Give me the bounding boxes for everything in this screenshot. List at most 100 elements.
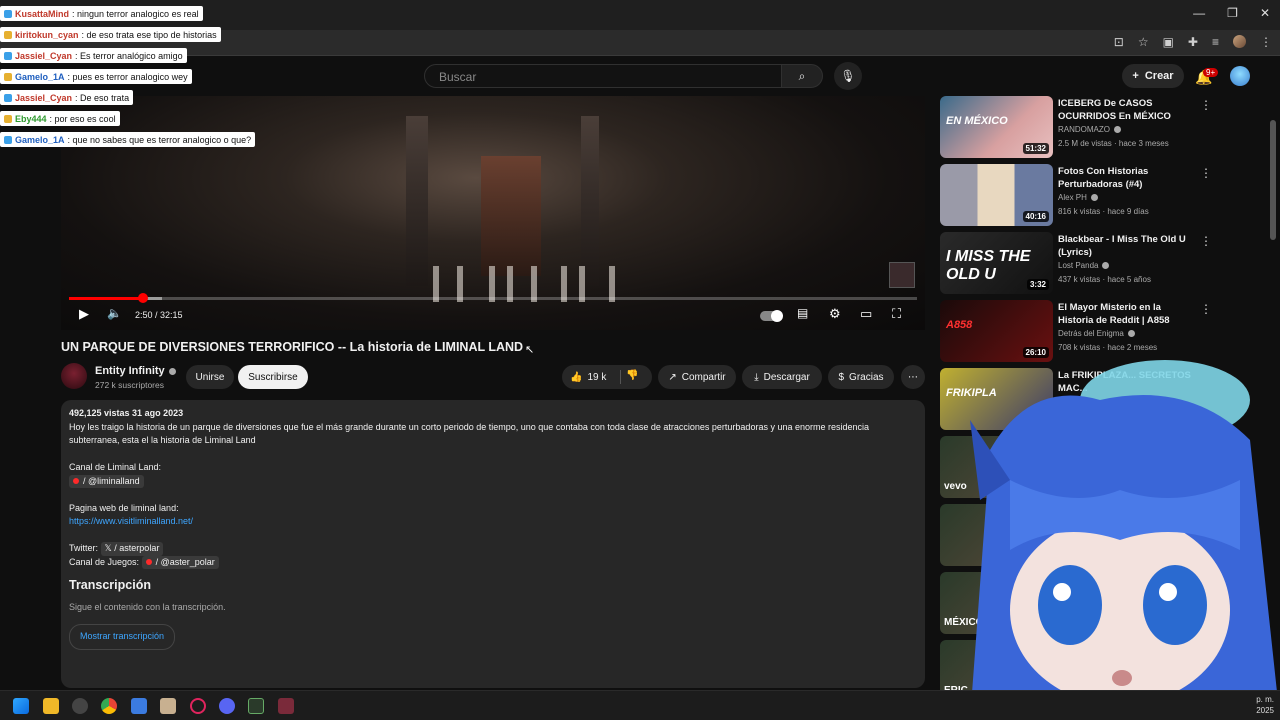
- windows-start-icon[interactable]: [13, 698, 29, 714]
- games-channel-link[interactable]: / @aster_polar: [141, 555, 219, 569]
- chat-text: : que no sabes que es terror analogico o…: [67, 134, 252, 145]
- app-icon-green[interactable]: [248, 698, 264, 714]
- more-actions-button[interactable]: ⋯: [901, 365, 925, 389]
- app-icon-blue[interactable]: [131, 698, 147, 714]
- chat-badge-icon: [4, 72, 12, 81]
- like-button[interactable]: 👍 19 k 👎: [562, 365, 652, 389]
- app-icon-image[interactable]: [160, 698, 176, 714]
- recommendation-title[interactable]: Blackbear - I Miss The Old U (Lyrics): [1058, 233, 1198, 259]
- account-avatar[interactable]: [1230, 66, 1250, 86]
- recommendation-views: 2.5 M de vistas · hace 3 meses: [1058, 139, 1169, 148]
- more-options-icon[interactable]: ⋮: [1200, 234, 1212, 248]
- time-display: 2:50 / 32:15: [135, 310, 183, 320]
- translate-icon[interactable]: ▣: [1163, 35, 1174, 49]
- recommendation-title[interactable]: El Mayor Misterio en la Historia de Redd…: [1058, 301, 1198, 327]
- progress-bar[interactable]: [69, 293, 917, 303]
- join-button[interactable]: Unirse: [186, 365, 234, 389]
- file-explorer-icon[interactable]: [43, 698, 59, 714]
- chat-message: kiritokun_cyan: de eso trata ese tipo de…: [0, 27, 221, 42]
- liminal-channel-link[interactable]: / @liminalland: [69, 474, 144, 488]
- chat-message: Jassiel_Cyan: De eso trata: [0, 90, 134, 105]
- video-duration: 3:32: [1026, 279, 1049, 290]
- recommendation-item[interactable]: 40:16 Fotos Con Historias Perturbadoras (…: [940, 164, 1270, 228]
- install-app-icon[interactable]: ⊡: [1114, 35, 1124, 49]
- channel-avatar[interactable]: [61, 363, 87, 389]
- recommendation-thumbnail[interactable]: EN MÉXICO 51:32: [940, 96, 1053, 158]
- recommendation-views: 437 k vistas · hace 5 años: [1058, 275, 1151, 284]
- chat-username: kiritokun_cyan: [15, 29, 79, 40]
- verified-icon: [1127, 330, 1135, 338]
- twitter-link[interactable]: 𝕏 / asterpolar: [100, 542, 164, 556]
- subscribe-button[interactable]: Suscribirse: [238, 365, 308, 389]
- theater-mode-icon[interactable]: ▭: [860, 306, 872, 322]
- website-link[interactable]: https://www.visitliminalland.net/: [69, 515, 917, 529]
- chat-message: Gamelo_1A: que no sabes que es terror an…: [0, 132, 256, 147]
- browser-menu-icon[interactable]: ⋮: [1260, 35, 1272, 49]
- restore-icon[interactable]: ❐: [1227, 6, 1238, 20]
- opera-icon[interactable]: [190, 698, 206, 714]
- voice-search-button[interactable]: 🎙: [834, 62, 862, 90]
- chat-message: Eby444: por eso es cool: [0, 111, 120, 126]
- minimize-icon[interactable]: —: [1193, 6, 1205, 20]
- recommendation-views: 816 k vistas · hace 9 días: [1058, 207, 1149, 216]
- chat-badge-icon: [4, 135, 12, 144]
- autoplay-toggle[interactable]: [760, 310, 783, 322]
- recommendation-title[interactable]: Fotos Con Historias Perturbadoras (#4): [1058, 165, 1198, 191]
- chat-badge-icon: [4, 30, 12, 39]
- search-input[interactable]: Buscar: [424, 64, 782, 88]
- channel-watermark[interactable]: [889, 262, 915, 288]
- play-icon[interactable]: ▶: [79, 306, 89, 322]
- system-clock[interactable]: p. m. 2025: [1256, 694, 1274, 716]
- more-options-icon[interactable]: ⋮: [1200, 98, 1212, 112]
- create-button[interactable]: + Crear: [1122, 64, 1184, 88]
- extensions-icon[interactable]: ✚: [1188, 35, 1198, 49]
- recommendation-thumbnail[interactable]: 40:16: [940, 164, 1053, 226]
- description-box[interactable]: 492,125 vistas 31 ago 2023 Hoy les traig…: [61, 400, 925, 688]
- video-duration: 26:10: [1022, 347, 1049, 358]
- website-label: Pagina web de liminal land:: [69, 502, 179, 513]
- recommendation-item[interactable]: A858 26:10 El Mayor Misterio en la Histori…: [940, 300, 1270, 364]
- app-icon[interactable]: [72, 698, 88, 714]
- show-transcript-button[interactable]: Mostrar transcripción: [69, 624, 176, 650]
- volume-icon[interactable]: 🔈: [107, 306, 122, 320]
- progress-scrubber[interactable]: [137, 293, 148, 303]
- sidebar-scrollbar[interactable]: [1270, 120, 1276, 240]
- bookmark-star-icon[interactable]: ☆: [1138, 35, 1149, 49]
- recommendation-title[interactable]: ICEBERG De CASOS OCURRIDOS En MÉXICO: [1058, 97, 1198, 123]
- discord-icon[interactable]: [219, 698, 235, 714]
- channel-name[interactable]: Entity Infinity: [95, 365, 176, 377]
- thumbnail-text: A858: [946, 319, 973, 331]
- recommendation-thumbnail[interactable]: I MISS THE OLD U 3:32: [940, 232, 1053, 294]
- notification-count-badge: 9+: [1203, 68, 1219, 77]
- recommendation-channel[interactable]: Detrás del Enigma: [1058, 329, 1135, 338]
- reading-list-icon[interactable]: ≡: [1212, 35, 1219, 49]
- create-label: Crear: [1144, 70, 1174, 82]
- recommendation-channel[interactable]: RANDOMAZO: [1058, 125, 1121, 134]
- more-options-icon[interactable]: ⋮: [1200, 166, 1212, 180]
- recommendation-channel[interactable]: Alex PH: [1058, 193, 1098, 202]
- recommendation-item[interactable]: EN MÉXICO 51:32 ICEBERG De CASOS OCURRIDOS…: [940, 96, 1270, 160]
- chat-badge-icon: [4, 114, 12, 123]
- chat-message: Jassiel_Cyan: Es terror analógico amigo: [0, 48, 187, 63]
- recommendation-channel[interactable]: Lost Panda: [1058, 261, 1110, 270]
- thumbs-up-icon: 👍: [570, 371, 583, 383]
- search-button[interactable]: ⌕: [781, 64, 823, 88]
- settings-gear-icon[interactable]: ⚙: [829, 306, 841, 322]
- more-options-icon[interactable]: ⋮: [1200, 302, 1212, 316]
- download-button[interactable]: ⤓ Descargar: [742, 365, 822, 389]
- subtitles-icon[interactable]: ▤: [797, 306, 808, 320]
- subscriber-count: 272 k suscriptores: [95, 380, 164, 390]
- thanks-button[interactable]: $ Gracias: [828, 365, 894, 389]
- thumbs-down-icon[interactable]: 👎: [626, 370, 638, 381]
- recommendation-item[interactable]: I MISS THE OLD U 3:32 Blackbear - I Miss T…: [940, 232, 1270, 296]
- chrome-icon[interactable]: [101, 698, 117, 714]
- fullscreen-icon[interactable]: ⛶: [892, 306, 901, 322]
- app-icon-red[interactable]: [278, 698, 294, 714]
- profile-avatar[interactable]: [1233, 35, 1246, 48]
- recommendation-thumbnail[interactable]: A858 26:10: [940, 300, 1053, 362]
- chat-badge-icon: [4, 9, 12, 18]
- chat-username: Jassiel_Cyan: [15, 92, 73, 103]
- share-button[interactable]: ↗ Compartir: [658, 365, 736, 389]
- close-icon[interactable]: ✕: [1260, 6, 1270, 20]
- chat-username: Eby444: [15, 113, 47, 124]
